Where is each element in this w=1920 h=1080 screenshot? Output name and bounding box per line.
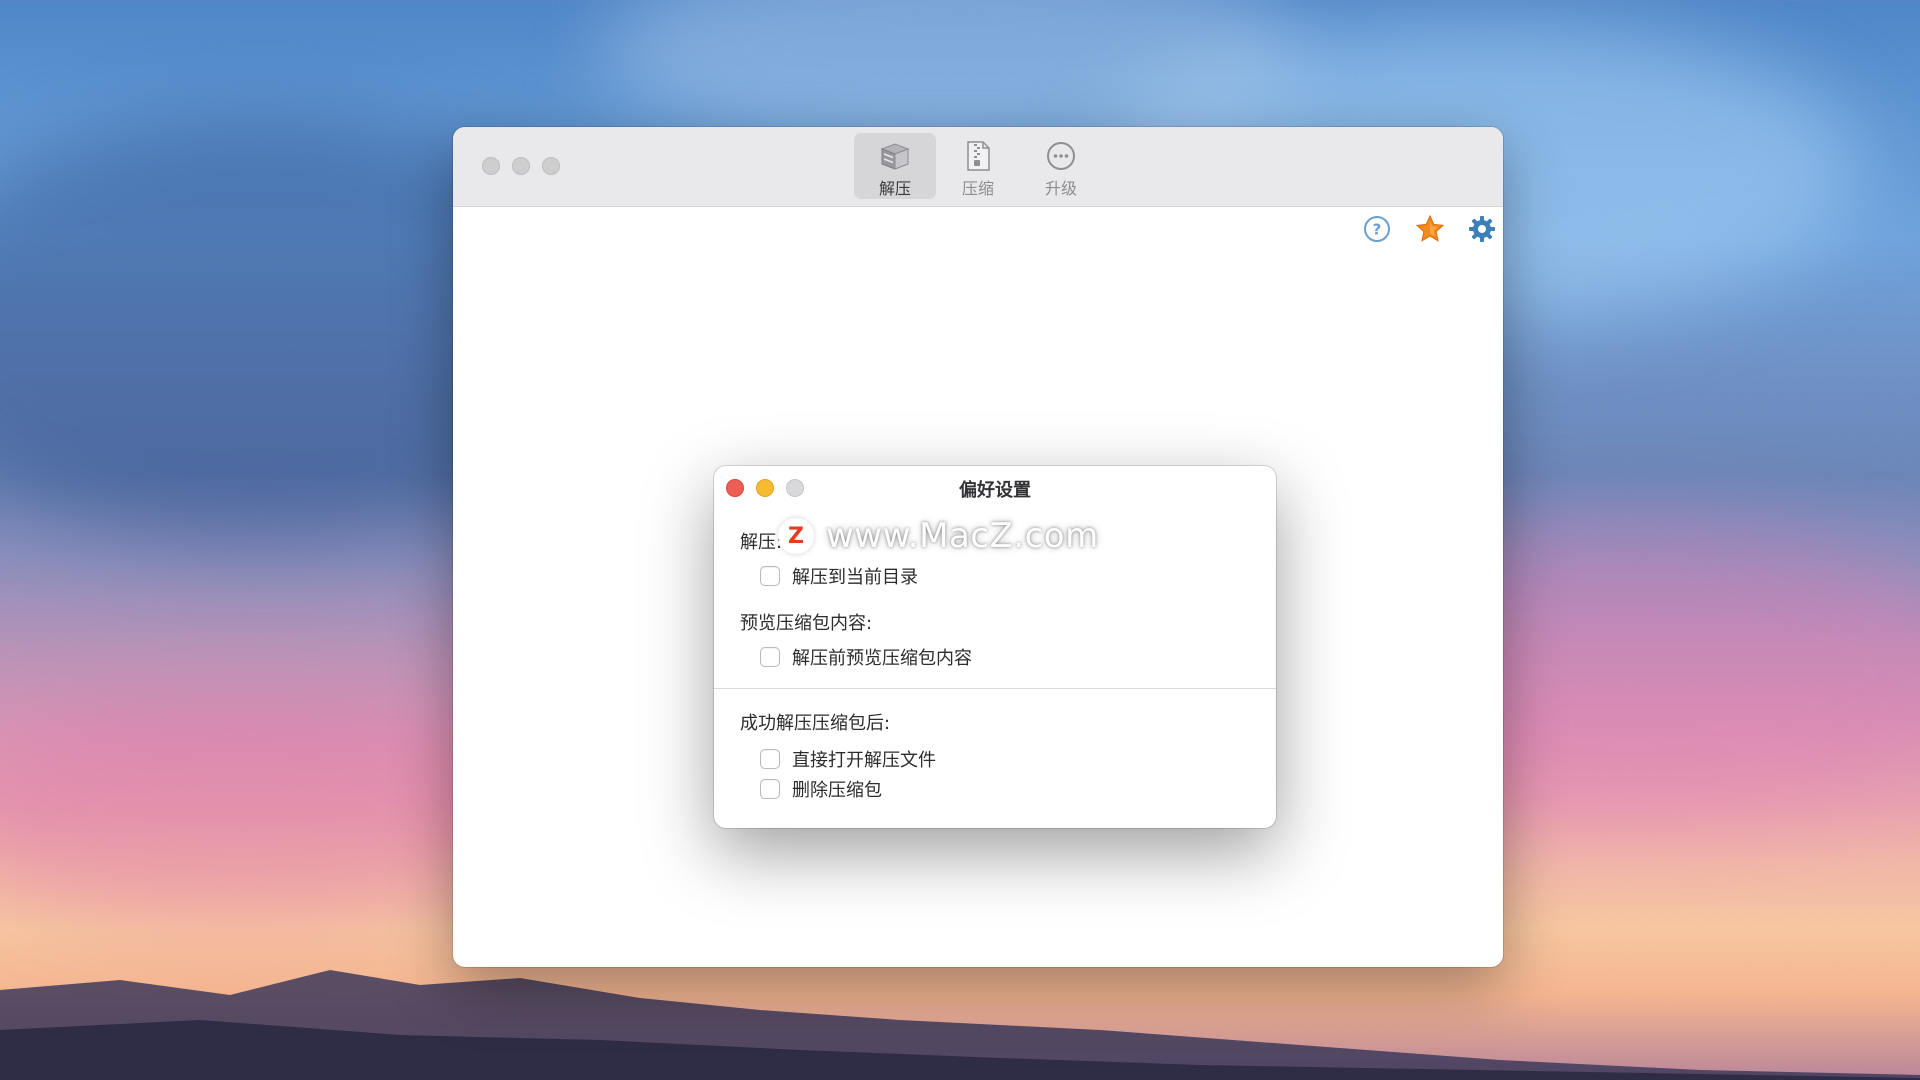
gear-icon[interactable] bbox=[1466, 213, 1498, 245]
archive-box-icon bbox=[877, 139, 913, 173]
after-success-section-label: 成功解压压缩包后: bbox=[740, 713, 891, 734]
delete-archive-label[interactable]: 删除压缩包 bbox=[792, 776, 882, 802]
tab-compress[interactable]: 压缩 bbox=[937, 133, 1019, 199]
close-window-button[interactable] bbox=[482, 157, 500, 175]
open-extracted-file-option[interactable]: 直接打开解压文件 bbox=[760, 746, 936, 772]
prefs-title: 偏好设置 bbox=[959, 480, 1031, 501]
help-icon[interactable]: ? bbox=[1361, 213, 1393, 245]
ellipsis-circle-icon bbox=[1043, 139, 1079, 173]
preview-before-extract-checkbox[interactable] bbox=[760, 647, 780, 667]
delete-archive-checkbox[interactable] bbox=[760, 779, 780, 799]
tab-extract[interactable]: 解压 bbox=[854, 133, 936, 199]
section-divider bbox=[714, 688, 1276, 689]
open-extracted-file-label[interactable]: 直接打开解压文件 bbox=[792, 746, 936, 772]
delete-archive-option[interactable]: 删除压缩包 bbox=[760, 776, 882, 802]
preview-section-label: 预览压缩包内容: bbox=[740, 613, 873, 634]
extract-to-current-dir-option[interactable]: 解压到当前目录 bbox=[760, 563, 918, 589]
tab-upgrade[interactable]: 升级 bbox=[1020, 133, 1102, 199]
preferences-dialog: 偏好设置 解压: Z www.MacZ.com 解压到当前目录 预览压缩包内容:… bbox=[714, 466, 1276, 828]
watermark: Z www.MacZ.com bbox=[778, 516, 1099, 556]
tab-compress-label: 压缩 bbox=[961, 179, 994, 198]
watermark-text: www.MacZ.com bbox=[826, 516, 1099, 556]
svg-text:?: ? bbox=[1373, 221, 1382, 239]
mountain-silhouette bbox=[0, 970, 1920, 1080]
minimize-window-button[interactable] bbox=[512, 157, 530, 175]
preview-before-extract-option[interactable]: 解压前预览压缩包内容 bbox=[760, 644, 972, 670]
watermark-logo: Z bbox=[778, 518, 814, 554]
tab-extract-label: 解压 bbox=[878, 179, 911, 198]
extract-to-current-dir-checkbox[interactable] bbox=[760, 566, 780, 586]
zipper-file-icon bbox=[960, 139, 996, 173]
titlebar: 解压 压缩 升级 bbox=[453, 127, 1503, 207]
zoom-window-button[interactable] bbox=[542, 157, 560, 175]
extract-section-label: 解压: bbox=[740, 532, 783, 553]
preview-before-extract-label[interactable]: 解压前预览压缩包内容 bbox=[792, 644, 972, 670]
tab-upgrade-label: 升级 bbox=[1044, 179, 1077, 198]
extract-to-current-dir-label[interactable]: 解压到当前目录 bbox=[792, 563, 918, 589]
open-extracted-file-checkbox[interactable] bbox=[760, 749, 780, 769]
star-icon[interactable] bbox=[1414, 213, 1446, 245]
